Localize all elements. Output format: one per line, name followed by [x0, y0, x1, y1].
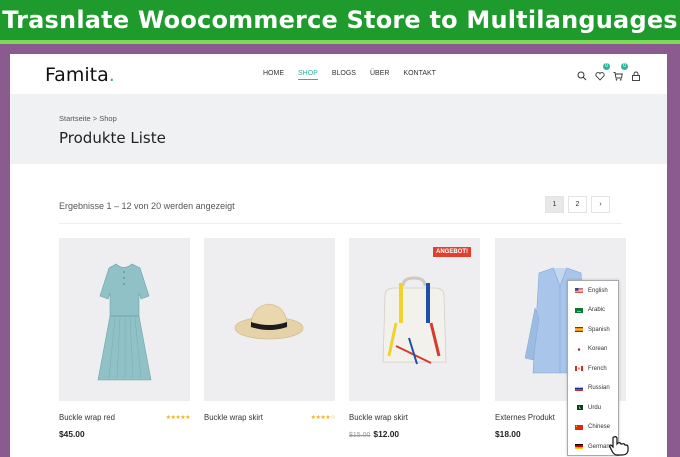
star-rating: ★★★★★ — [165, 415, 191, 421]
ru-flag-icon — [575, 385, 583, 391]
language-label: Spanish — [588, 326, 610, 333]
breadcrumb[interactable]: Startseite > Shop — [59, 114, 117, 123]
banner-title: Trasnlate Woocommerce Store to Multilang… — [2, 6, 678, 34]
language-label: Arabic — [588, 307, 606, 314]
nav-contact[interactable]: KONTAKT — [403, 70, 436, 80]
sale-badge: ANGEBOT! — [433, 247, 471, 257]
product-name[interactable]: Buckle wrap red — [59, 413, 115, 422]
next-page-button[interactable]: › — [591, 196, 610, 213]
language-option-english[interactable]: English — [568, 281, 618, 301]
site-header: Famita. HOME SHOP BLOGS ÜBER KONTAKT 0 0 — [10, 54, 667, 94]
cart-icon[interactable]: 0 — [613, 63, 628, 81]
results-count: Ergebnisse 1 – 12 von 20 werden angezeig… — [59, 201, 235, 211]
nav-blogs[interactable]: BLOGS — [332, 70, 356, 80]
divider — [59, 223, 622, 224]
product-name[interactable]: Buckle wrap skirt — [349, 413, 408, 422]
kr-flag-icon — [575, 346, 583, 352]
title-banner: Trasnlate Woocommerce Store to Multilang… — [0, 0, 680, 44]
product-price: $45.00 — [59, 429, 190, 439]
backpack-image — [382, 276, 447, 365]
us-flag-icon — [575, 288, 583, 294]
hand-cursor-icon — [609, 436, 629, 456]
logo-dot: . — [108, 64, 115, 86]
language-label: Chinese — [588, 424, 611, 431]
pagination: 1 2 › — [545, 196, 610, 213]
price: $45.00 — [59, 429, 85, 439]
product-image[interactable]: ANGEBOT! — [349, 238, 480, 401]
nav-home[interactable]: HOME — [263, 70, 284, 80]
hat-image — [234, 303, 304, 340]
language-option-arabic[interactable]: Arabic — [568, 301, 618, 321]
language-option-urdu[interactable]: Urdu — [568, 398, 618, 418]
language-label: Russian — [588, 385, 610, 392]
language-option-korean[interactable]: Korean — [568, 340, 618, 360]
product-price: $15.00 $12.00 — [349, 429, 480, 439]
language-label: Urdu — [588, 404, 602, 411]
product-card[interactable]: ANGEBOT! Buckle wrap skirt $15.00 $12.00 — [349, 238, 480, 439]
pk-flag-icon — [575, 405, 583, 411]
language-switcher: English Arabic Spanish Korean French Rus… — [567, 280, 619, 456]
language-option-russian[interactable]: Russian — [568, 379, 618, 399]
logo-text: Famita — [45, 64, 109, 86]
site-logo[interactable]: Famita. — [45, 64, 115, 86]
search-icon[interactable] — [577, 68, 587, 81]
price: $12.00 — [373, 429, 400, 439]
product-image[interactable] — [59, 238, 190, 401]
product-name[interactable]: Buckle wrap skirt — [204, 413, 263, 422]
page-title: Produkte Liste — [59, 129, 166, 147]
header-icons: 0 0 — [577, 63, 641, 81]
language-label: German — [588, 443, 610, 450]
product-name[interactable]: Externes Produkt — [495, 413, 555, 422]
page-2-button[interactable]: 2 — [568, 196, 587, 213]
cn-flag-icon — [575, 424, 583, 430]
nav-about[interactable]: ÜBER — [370, 70, 389, 80]
language-label: Korean — [588, 346, 608, 353]
page-1-button[interactable]: 1 — [545, 196, 564, 213]
star-rating: ★★★★☆ — [310, 415, 336, 421]
language-label: English — [588, 287, 608, 294]
language-label: French — [588, 365, 607, 372]
product-image[interactable] — [204, 238, 335, 401]
price: $18.00 — [495, 429, 521, 439]
nav-shop[interactable]: SHOP — [298, 70, 318, 80]
sa-flag-icon — [575, 307, 583, 313]
main-nav: HOME SHOP BLOGS ÜBER KONTAKT — [263, 70, 436, 80]
de-flag-icon — [575, 444, 583, 450]
wishlist-count-badge: 0 — [603, 63, 610, 70]
language-option-chinese[interactable]: Chinese — [568, 418, 618, 438]
old-price: $15.00 — [349, 432, 371, 439]
dress-image — [97, 263, 152, 381]
cart-count-badge: 0 — [621, 63, 628, 70]
product-card[interactable]: Buckle wrap red ★★★★★ $45.00 — [59, 238, 191, 439]
language-option-spanish[interactable]: Spanish — [568, 320, 618, 340]
page-hero: Startseite > Shop Produkte Liste — [10, 94, 667, 164]
product-card[interactable]: Buckle wrap skirt ★★★★☆ — [204, 238, 336, 429]
lock-icon[interactable] — [631, 68, 641, 81]
es-flag-icon — [575, 327, 583, 333]
ca-flag-icon — [575, 366, 583, 372]
language-option-french[interactable]: French — [568, 359, 618, 379]
heart-icon[interactable]: 0 — [595, 63, 610, 81]
